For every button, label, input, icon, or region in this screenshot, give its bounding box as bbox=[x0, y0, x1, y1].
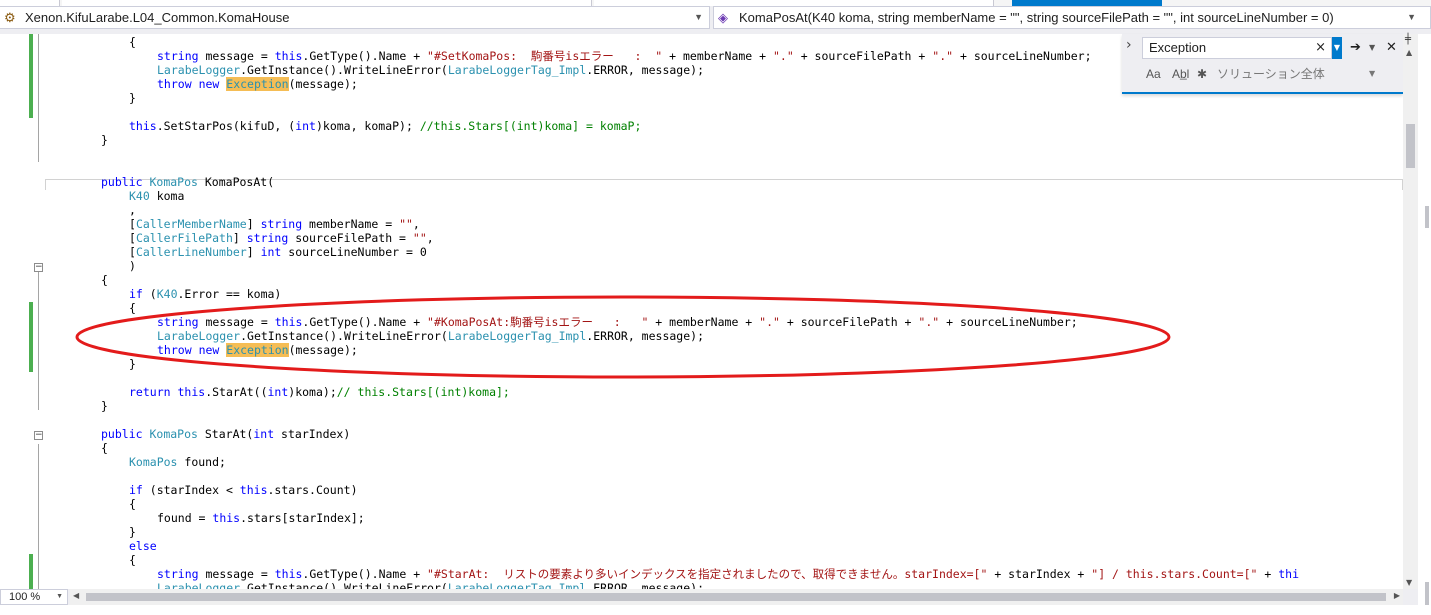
code-line: } bbox=[101, 133, 108, 147]
horizontal-scrollbar[interactable]: ◀ ▶ bbox=[70, 589, 1403, 605]
method-cube-icon: ◈ bbox=[718, 10, 728, 25]
code-line: LarabeLogger.GetInstance().WriteLineErro… bbox=[157, 329, 704, 343]
overview-marker bbox=[1425, 206, 1429, 228]
editor-bottom-bar: 100 % ▼ ◀ ▶ bbox=[0, 589, 1418, 605]
scroll-right-icon[interactable]: ▶ bbox=[1394, 591, 1400, 600]
code-line: { bbox=[129, 301, 136, 315]
project-scope-dropdown[interactable]: ⚙ Xenon.KifuLarabe.L04_Common.KomaHouse … bbox=[0, 6, 710, 29]
vertical-scrollbar[interactable]: ╪ ▲ ▼ bbox=[1403, 34, 1418, 589]
code-line: , bbox=[129, 203, 136, 217]
scrollbar-thumb[interactable] bbox=[1406, 124, 1415, 168]
outline-guide bbox=[38, 270, 39, 410]
split-window-icon[interactable]: ╪ bbox=[1405, 34, 1411, 45]
code-line: ) bbox=[129, 259, 136, 273]
code-line: } bbox=[101, 399, 108, 413]
code-line: { bbox=[129, 35, 136, 49]
code-line: throw new Exception(message); bbox=[157, 77, 358, 91]
code-line: LarabeLogger.GetInstance().WriteLineErro… bbox=[157, 581, 704, 589]
code-line: { bbox=[129, 497, 136, 511]
code-line: string message = this.GetType().Name + "… bbox=[157, 49, 1092, 63]
collapse-minus-icon[interactable]: − bbox=[34, 431, 43, 440]
code-line: if (starIndex < this.stars.Count) bbox=[129, 483, 358, 497]
member-dropdown[interactable]: ◈ KomaPosAt(K40 koma, string memberName … bbox=[713, 6, 1431, 29]
project-icon: ⚙ bbox=[4, 10, 16, 25]
code-line: if (K40.Error == koma) bbox=[129, 287, 282, 301]
code-line: { bbox=[101, 273, 108, 287]
code-line: this.SetStarPos(kifuD, (int)koma, komaP)… bbox=[129, 119, 642, 133]
code-line: [CallerMemberName] string memberName = "… bbox=[129, 217, 420, 231]
code-line: return this.StarAt((int)koma);// this.St… bbox=[129, 385, 510, 399]
code-line: } bbox=[129, 91, 136, 105]
zoom-dropdown[interactable]: 100 % ▼ bbox=[0, 589, 68, 605]
code-line: [CallerLineNumber] int sourceLineNumber … bbox=[129, 245, 427, 259]
regex-toggle[interactable]: ✱ bbox=[1197, 66, 1207, 82]
search-history-dropdown[interactable]: ▼ bbox=[1332, 37, 1342, 59]
code-line: LarabeLogger.GetInstance().WriteLineErro… bbox=[157, 63, 704, 77]
scrollbar-thumb[interactable] bbox=[86, 593, 1386, 601]
clear-icon[interactable]: × bbox=[1315, 38, 1326, 58]
change-indicator bbox=[29, 554, 33, 589]
change-indicator bbox=[29, 34, 33, 118]
scroll-up-icon[interactable]: ▲ bbox=[1406, 48, 1412, 57]
code-line: throw new Exception(message); bbox=[157, 343, 358, 357]
annotation-ellipse bbox=[75, 295, 1171, 379]
find-input-value: Exception bbox=[1149, 40, 1207, 55]
code-line: } bbox=[129, 525, 136, 539]
code-line: public KomaPos StarAt(int starIndex) bbox=[101, 427, 351, 441]
member-label: KomaPosAt(K40 koma, string memberName = … bbox=[739, 10, 1334, 25]
navigation-bar: ⚙ Xenon.KifuLarabe.L04_Common.KomaHouse … bbox=[0, 0, 1431, 34]
code-line: public KomaPos KomaPosAt( bbox=[101, 175, 275, 189]
toggle-replace-icon[interactable]: › bbox=[1126, 37, 1132, 53]
zoom-level: 100 % bbox=[9, 591, 41, 603]
code-editor[interactable]: − − if (K40.Error == koma) { string mess… bbox=[0, 34, 1403, 589]
chevron-down-icon[interactable]: ▼ bbox=[1407, 7, 1416, 28]
window-bottom-edge bbox=[0, 605, 1431, 615]
chevron-down-icon[interactable]: ▼ bbox=[694, 7, 703, 28]
collapse-minus-icon[interactable]: − bbox=[34, 263, 43, 272]
close-icon[interactable]: ✕ bbox=[1386, 39, 1397, 57]
code-line: K40 koma bbox=[129, 189, 185, 203]
whole-word-toggle[interactable]: Ab̲l bbox=[1172, 66, 1189, 82]
match-case-toggle[interactable]: Aa bbox=[1146, 66, 1161, 82]
scroll-left-icon[interactable]: ◀ bbox=[73, 591, 79, 600]
code-line: string message = this.GetType().Name + "… bbox=[157, 567, 1299, 581]
search-scope-dropdown[interactable]: ソリューション全体 bbox=[1217, 66, 1325, 82]
chevron-down-icon[interactable]: ▼ bbox=[1369, 66, 1375, 82]
search-match-highlight: Exception bbox=[226, 343, 289, 357]
code-line: KomaPos found; bbox=[129, 455, 226, 469]
code-line: found = this.stars[starIndex]; bbox=[157, 511, 365, 525]
code-line: { bbox=[101, 441, 108, 455]
code-line: [CallerFilePath] string sourceFilePath =… bbox=[129, 231, 434, 245]
project-scope-label: Xenon.KifuLarabe.L04_Common.KomaHouse bbox=[25, 10, 290, 25]
code-line: if (K40.Error == koma) bbox=[129, 34, 281, 35]
code-line: string message = this.GetType().Name + "… bbox=[157, 315, 1078, 329]
outline-guide bbox=[38, 34, 39, 162]
code-line: } bbox=[129, 357, 136, 371]
outline-guide bbox=[38, 444, 39, 589]
find-widget: › Exception × ▼ ➔ ▼ ✕ Aa Ab̲l ✱ ソリューション全… bbox=[1122, 34, 1403, 94]
find-options-dropdown[interactable]: ▼ bbox=[1369, 39, 1375, 57]
find-input[interactable]: Exception × bbox=[1142, 37, 1332, 59]
overview-margin bbox=[1418, 34, 1431, 615]
code-line: { bbox=[129, 553, 136, 567]
code-line: else bbox=[129, 539, 157, 553]
find-next-icon[interactable]: ➔ bbox=[1350, 39, 1361, 57]
chevron-down-icon[interactable]: ▼ bbox=[56, 590, 63, 604]
change-indicator bbox=[29, 302, 33, 372]
scroll-down-icon[interactable]: ▼ bbox=[1406, 578, 1412, 587]
search-match-highlight: Exception bbox=[226, 77, 289, 91]
